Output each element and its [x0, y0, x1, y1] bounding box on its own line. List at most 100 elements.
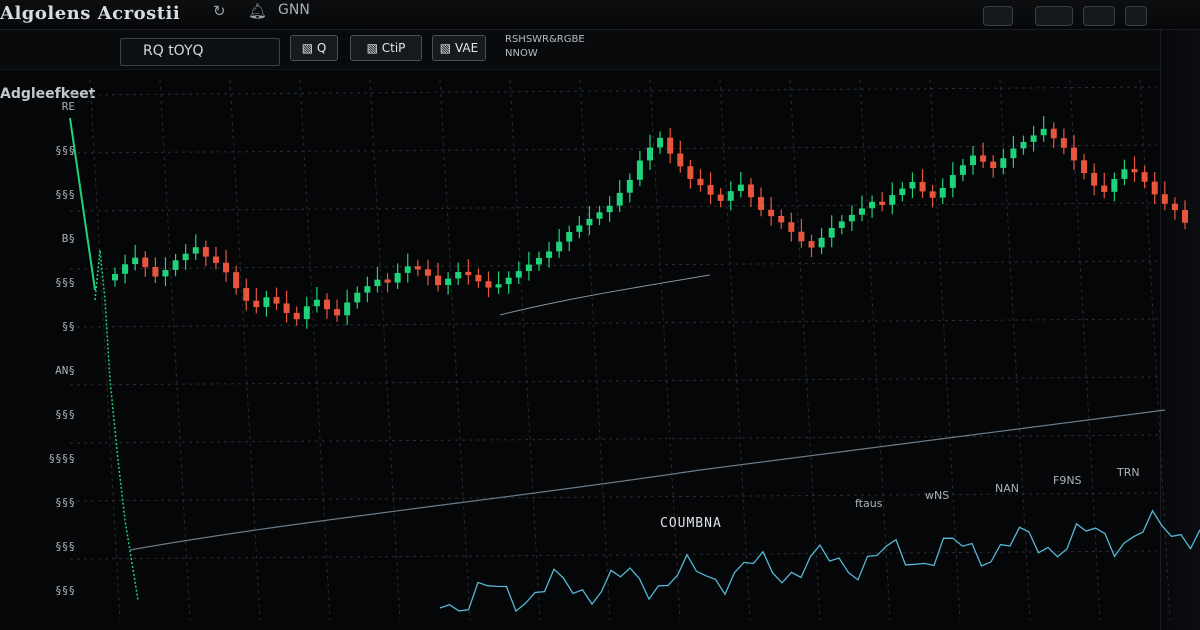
candle-body: [223, 262, 230, 273]
grid-vline: [369, 79, 401, 621]
candle-body: [566, 231, 573, 242]
grid-vline: [1139, 79, 1171, 621]
candle-body: [596, 212, 603, 219]
candle-body: [445, 278, 452, 286]
candle-body: [586, 218, 593, 226]
candle-body: [990, 161, 997, 169]
candle-body: [1091, 172, 1098, 186]
grid-vline: [579, 79, 611, 621]
grid-hline: [69, 260, 1161, 270]
candle-body: [253, 300, 260, 308]
candle-body: [556, 241, 563, 252]
candle-body: [263, 297, 270, 307]
candle-body: [1081, 160, 1088, 174]
candle-body: [344, 302, 351, 316]
price-chart[interactable]: [0, 0, 1200, 630]
candle-body: [747, 184, 754, 198]
candle-body: [455, 272, 462, 279]
candle-body: [112, 274, 118, 281]
indicator-label-3: NAN: [995, 482, 1019, 495]
candle-body: [465, 271, 472, 276]
indicator-lines: [69, 117, 1200, 613]
candle-body: [293, 312, 300, 320]
candle-body: [1151, 181, 1158, 195]
candle-body: [1121, 169, 1128, 179]
candle-body: [818, 237, 825, 248]
candle-body: [142, 257, 149, 268]
candle-body: [394, 272, 401, 283]
candle-body: [889, 195, 896, 205]
candle-body: [435, 275, 442, 286]
candle-body: [202, 247, 209, 257]
candle-body: [1000, 158, 1007, 168]
grid-vline: [859, 79, 891, 621]
candle-body: [192, 247, 199, 254]
candle-body: [858, 208, 865, 215]
grid-vline: [649, 79, 681, 621]
candle-body: [132, 257, 139, 265]
candle-body: [959, 165, 966, 175]
candle-body: [838, 221, 845, 228]
y-axis-tick: §§§: [55, 584, 75, 597]
candle-body: [313, 299, 320, 307]
candle-body: [334, 309, 341, 316]
candle-body: [1020, 141, 1027, 149]
candle-body: [808, 241, 815, 248]
y-axis-tick: AN§: [55, 364, 75, 377]
candle-body: [1060, 138, 1067, 148]
grid-hline: [69, 434, 1161, 444]
candle-body: [758, 197, 765, 210]
grid-vline: [159, 79, 191, 621]
candle-body: [636, 160, 643, 180]
candle-body: [869, 201, 876, 209]
oscillator-line: [439, 509, 1200, 613]
candle-body: [929, 191, 936, 198]
candle-body: [152, 266, 159, 277]
candle-body: [495, 284, 502, 288]
grid-vline: [439, 79, 471, 621]
candle-body: [616, 192, 623, 206]
candle-body: [283, 303, 290, 314]
grid-vline: [299, 79, 331, 621]
grid-hline: [69, 202, 1161, 212]
y-axis-tick: §§§: [55, 540, 75, 553]
candle-body: [1182, 209, 1188, 223]
candle-body: [414, 266, 421, 270]
candles: [112, 116, 1188, 329]
price-overlay-line: [499, 274, 711, 316]
y-axis-tick: §§§§: [48, 452, 76, 465]
candle-body: [1111, 179, 1118, 192]
indicator-label-1: ftaus: [855, 497, 883, 510]
candle-body: [535, 258, 542, 265]
candle-body: [323, 299, 330, 310]
candle-body: [919, 181, 926, 192]
indicator-label-5: TRN: [1117, 466, 1140, 479]
y-axis-tick: §§§: [55, 276, 75, 289]
candle-body: [606, 205, 613, 213]
candle-body: [788, 222, 795, 232]
y-axis-tick: §§§: [55, 496, 75, 509]
candle-body: [879, 201, 886, 205]
y-axis-tick: §§§: [55, 408, 75, 421]
candle-body: [737, 184, 744, 192]
grid-hline: [69, 144, 1161, 154]
grid-vline: [719, 79, 751, 621]
candle-body: [364, 286, 371, 293]
candle-body: [546, 251, 553, 258]
candle-body: [1171, 203, 1178, 211]
candle-body: [384, 279, 391, 283]
grid-vline: [789, 79, 821, 621]
candle-body: [182, 253, 189, 261]
grid-hline: [69, 376, 1161, 386]
indicator-label-4: F9NS: [1053, 474, 1082, 487]
candle-body: [1010, 148, 1017, 159]
candle-body: [1141, 172, 1148, 182]
candle-body: [707, 185, 714, 195]
candle-body: [828, 228, 835, 238]
candle-body: [354, 292, 361, 303]
candle-body: [485, 281, 492, 288]
candle-body: [404, 266, 411, 273]
candle-body: [1161, 194, 1168, 204]
grid-vline: [929, 79, 961, 621]
y-axis-tick: RE: [61, 100, 75, 113]
